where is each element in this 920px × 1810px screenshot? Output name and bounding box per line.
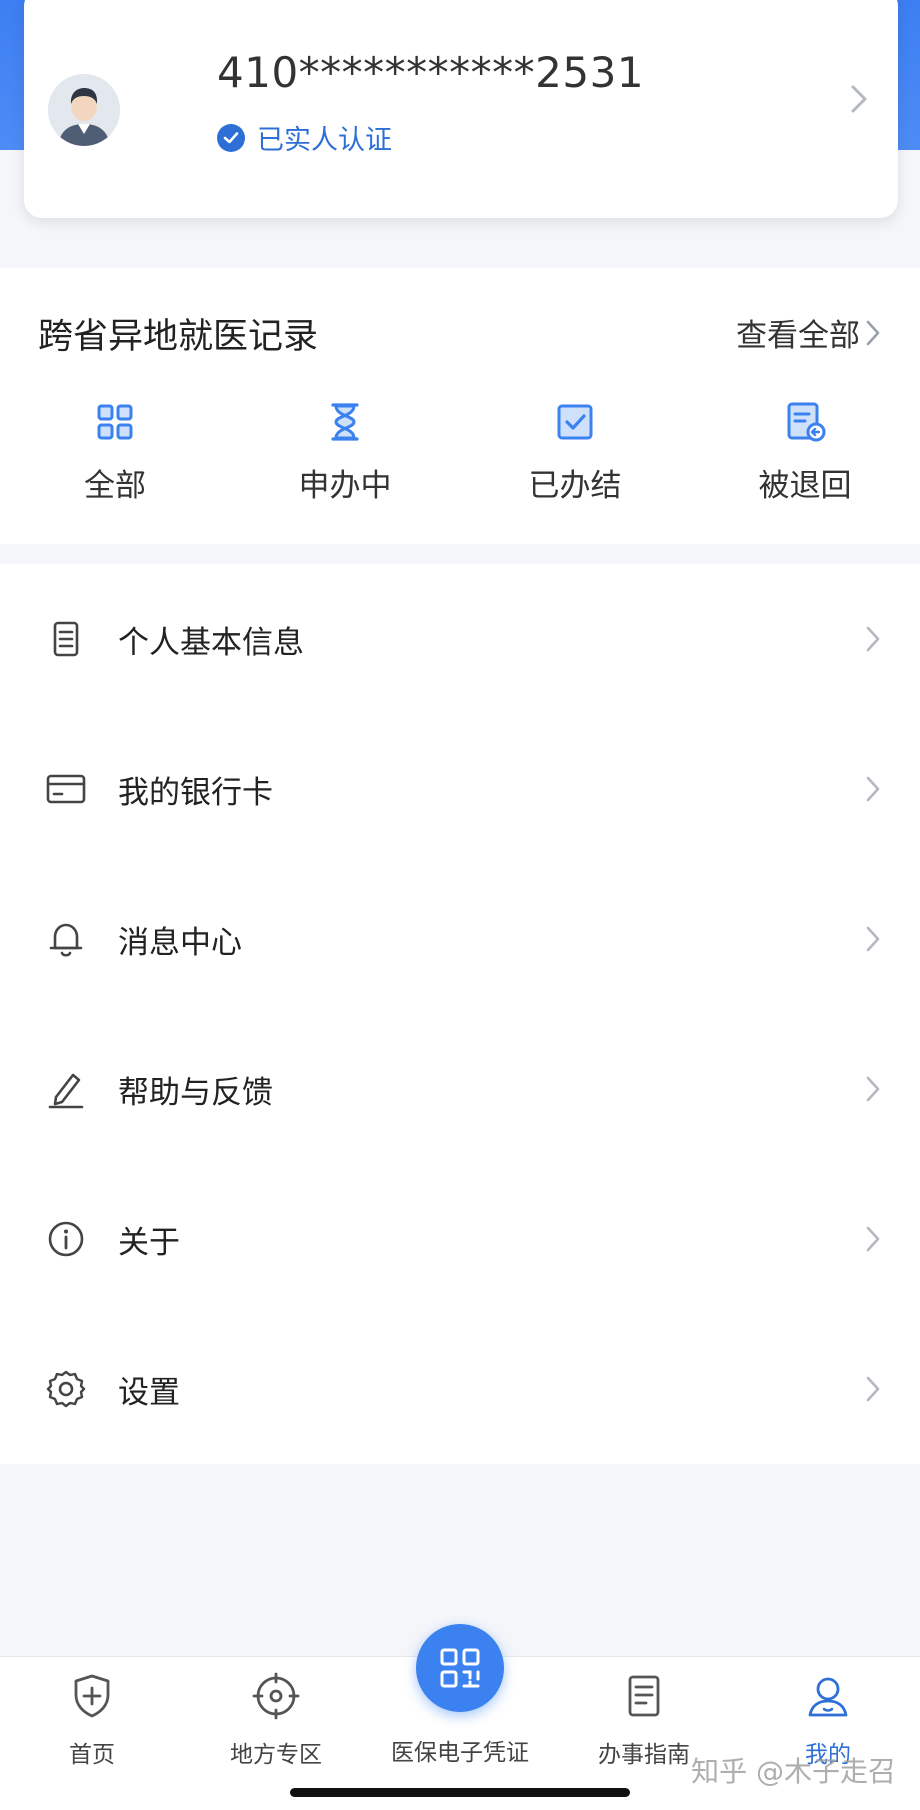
chevron-right-icon xyxy=(866,1226,880,1252)
menu-item-settings[interactable]: 设置 xyxy=(0,1314,920,1464)
menu-item-label: 消息中心 xyxy=(118,924,242,961)
chevron-right-icon xyxy=(866,1376,880,1402)
pen-icon xyxy=(48,1073,84,1109)
id-number: 410***********2531 xyxy=(217,48,645,97)
card-icon xyxy=(46,774,86,804)
chevron-right-icon xyxy=(866,776,880,802)
verified-label: 已实人认证 xyxy=(257,125,392,156)
guide-document-icon xyxy=(628,1675,660,1717)
watermark: 知乎 @木子走召 xyxy=(691,1755,896,1788)
record-tab-label: 被退回 xyxy=(758,468,852,504)
nav-medical-voucher-label[interactable]: 医保电子凭证 xyxy=(368,1733,552,1767)
record-tab-label: 申办中 xyxy=(298,468,392,504)
record-tab-label: 全部 xyxy=(84,468,146,504)
nav-home[interactable]: 首页 xyxy=(0,1671,184,1769)
gear-icon xyxy=(46,1370,86,1408)
menu-item-label: 个人基本信息 xyxy=(118,624,304,661)
menu-item-message-center[interactable]: 消息中心 xyxy=(0,864,920,1014)
user-icon xyxy=(808,1677,848,1717)
chevron-right-icon xyxy=(866,626,880,652)
menu-item-about[interactable]: 关于 xyxy=(0,1164,920,1314)
menu-item-bank-card[interactable]: 我的银行卡 xyxy=(0,714,920,864)
verification-status: 已实人认证 xyxy=(217,118,392,157)
qr-code-icon xyxy=(440,1648,480,1688)
menu-item-help-feedback[interactable]: 帮助与反馈 xyxy=(0,1014,920,1164)
record-tab-completed[interactable]: 已办结 xyxy=(460,398,690,505)
menu-item-label: 帮助与反馈 xyxy=(118,1074,273,1111)
bell-icon xyxy=(49,923,83,957)
profile-card[interactable]: 410***********2531 已实人认证 xyxy=(24,0,898,218)
checked-box-icon xyxy=(557,404,593,440)
menu-item-label: 我的银行卡 xyxy=(118,774,273,811)
records-title: 跨省异地就医记录 xyxy=(38,317,319,357)
nav-label: 地方专区 xyxy=(230,1742,322,1768)
menu-item-label: 设置 xyxy=(118,1374,180,1411)
document-icon xyxy=(53,621,79,657)
menu-item-label: 关于 xyxy=(118,1224,180,1261)
info-icon xyxy=(48,1221,84,1257)
menu-item-personal-info[interactable]: 个人基本信息 xyxy=(0,564,920,714)
record-tab-label: 已办结 xyxy=(528,468,622,504)
chevron-right-icon xyxy=(866,320,880,345)
hourglass-icon xyxy=(331,403,359,441)
view-all-label: 查看全部 xyxy=(736,318,860,354)
target-icon xyxy=(252,1672,300,1720)
view-all-link[interactable]: 查看全部 xyxy=(736,310,880,355)
chevron-right-icon xyxy=(866,1076,880,1102)
nav-label: 办事指南 xyxy=(598,1742,690,1768)
chevron-right-icon xyxy=(850,84,868,118)
menu-list: 个人基本信息 我的银行卡 消息中心 帮助与反馈 关于 设置 xyxy=(0,564,920,1464)
shield-plus-icon xyxy=(74,1674,110,1718)
qr-code-button[interactable] xyxy=(416,1624,504,1712)
records-section: 跨省异地就医记录 查看全部 全部 申办中 已办结 被退回 xyxy=(0,268,920,544)
home-indicator[interactable] xyxy=(290,1788,630,1797)
returned-document-icon xyxy=(787,402,826,442)
verified-check-icon xyxy=(217,123,245,152)
avatar[interactable] xyxy=(48,74,120,146)
record-tab-returned[interactable]: 被退回 xyxy=(690,398,920,505)
record-tab-all[interactable]: 全部 xyxy=(0,398,230,505)
record-tab-in-progress[interactable]: 申办中 xyxy=(230,398,460,505)
grid-icon xyxy=(97,404,133,440)
chevron-right-icon xyxy=(866,926,880,952)
nav-label: 首页 xyxy=(69,1742,115,1768)
nav-local-zone[interactable]: 地方专区 xyxy=(184,1671,368,1769)
